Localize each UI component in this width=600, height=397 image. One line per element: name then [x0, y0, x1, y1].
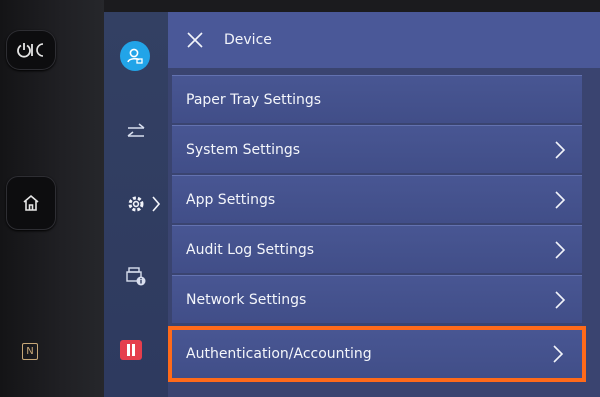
list-item-authentication-accounting[interactable]: Authentication/Accounting: [168, 326, 586, 382]
gear-icon: [128, 196, 144, 212]
list-item-label: Paper Tray Settings: [186, 91, 322, 108]
home-button[interactable]: [6, 176, 56, 230]
pause-icon: [127, 344, 135, 356]
chevron-right-icon: [555, 140, 566, 159]
list-item-label: Audit Log Settings: [186, 241, 315, 258]
list-item-label: System Settings: [186, 141, 301, 158]
list-item-label: App Settings: [186, 191, 276, 208]
nfc-icon: N: [22, 343, 38, 360]
user-icon: [127, 48, 143, 64]
chevron-right-icon: [555, 240, 566, 259]
list-item-audit-log-settings[interactable]: Audit Log Settings: [172, 225, 582, 273]
list-item-system-settings[interactable]: System Settings: [172, 125, 582, 173]
device-bezel: N: [0, 0, 104, 397]
chevron-right-icon: [553, 345, 564, 363]
chevron-right-icon: [152, 196, 160, 212]
device-settings-button[interactable]: [116, 184, 156, 224]
list-item-paper-tray-settings[interactable]: Paper Tray Settings: [172, 75, 582, 123]
page-title: Device: [224, 32, 272, 48]
close-icon: [187, 32, 203, 48]
settings-list: Paper Tray Settings System Settings App …: [168, 75, 586, 384]
chevron-right-icon: [555, 190, 566, 209]
home-icon: [23, 194, 39, 211]
job-flow-button[interactable]: [116, 112, 156, 152]
list-item-app-settings[interactable]: App Settings: [172, 175, 582, 223]
user-login-button[interactable]: [120, 41, 150, 71]
side-rail: [104, 12, 168, 397]
list-item-label: Network Settings: [186, 291, 307, 308]
job-status-button[interactable]: [116, 256, 156, 296]
printer-info-icon: [126, 267, 146, 286]
touch-screen: Device Paper Tray Settings System Settin…: [104, 12, 600, 397]
pause-button[interactable]: [120, 340, 142, 360]
close-button[interactable]: [180, 25, 210, 55]
power-sleep-button[interactable]: [6, 30, 56, 70]
power-sleep-icon: [17, 43, 44, 58]
screen-header: Device: [168, 12, 600, 68]
list-item-label: Authentication/Accounting: [186, 346, 372, 362]
list-item-network-settings[interactable]: Network Settings: [172, 275, 582, 323]
chevron-right-icon: [555, 290, 566, 309]
transfer-arrows-icon: [127, 123, 145, 137]
